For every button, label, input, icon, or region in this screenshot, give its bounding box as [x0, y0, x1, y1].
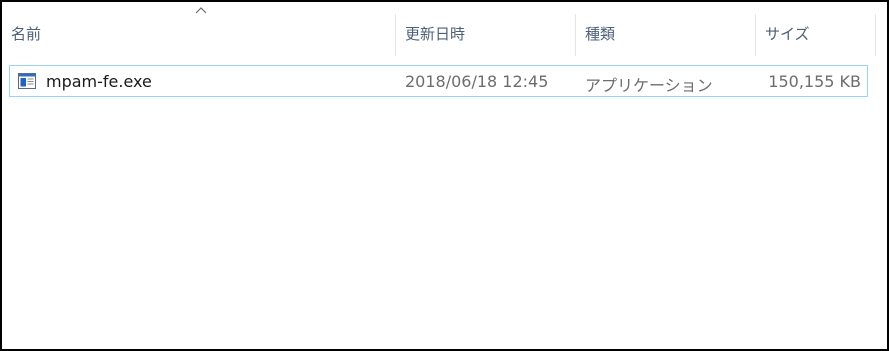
column-header-date-modified[interactable]: 更新日時 — [396, 14, 576, 56]
file-name[interactable]: mpam-fe.exe — [46, 72, 152, 91]
column-header-bar: 名前 更新日時 種類 サイズ — [2, 2, 887, 58]
file-type: アプリケーション — [585, 76, 713, 95]
column-header-date-modified-label: 更新日時 — [405, 25, 466, 43]
column-header-name-label: 名前 — [11, 25, 42, 43]
file-date-modified: 2018/06/18 12:45 — [405, 72, 549, 91]
column-header-type-label: 種類 — [585, 25, 616, 43]
file-list-window: 名前 更新日時 種類 サイズ mpam-fe.exe 2018/06/18 12… — [0, 0, 889, 351]
column-header-name[interactable]: 名前 — [2, 14, 396, 56]
column-header-size-label: サイズ — [765, 25, 810, 43]
column-header-type[interactable]: 種類 — [576, 14, 756, 56]
file-row[interactable]: mpam-fe.exe 2018/06/18 12:45 アプリケーション 15… — [9, 65, 868, 97]
column-header-size[interactable]: サイズ — [756, 14, 876, 56]
application-exe-icon — [18, 73, 36, 89]
file-size: 150,155 KB — [768, 72, 861, 91]
